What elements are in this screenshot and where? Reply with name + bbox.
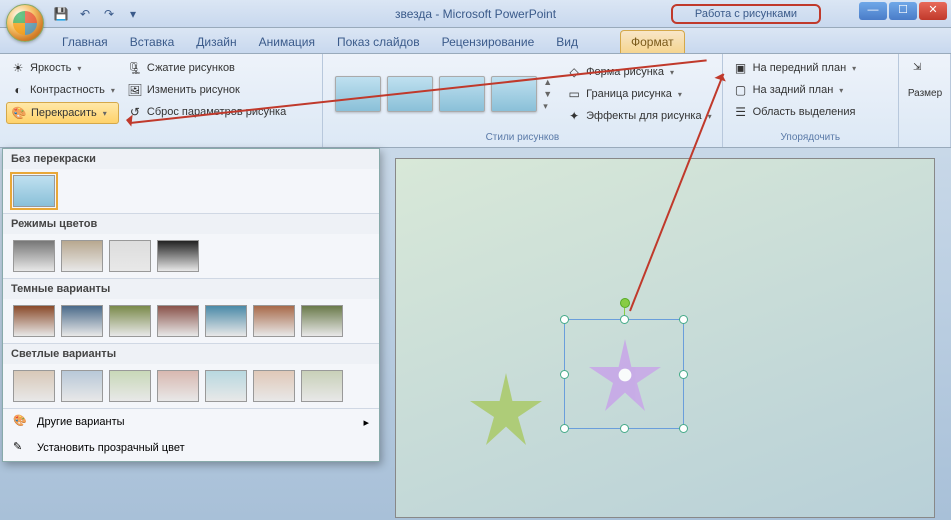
recolor-dark-header: Темные варианты	[3, 279, 379, 299]
resize-handle[interactable]	[679, 370, 688, 379]
send-back-button[interactable]: ▢На задний план	[729, 80, 861, 100]
compress-icon: 🗜	[127, 60, 143, 76]
group-label-arrange: Упорядочить	[729, 130, 892, 145]
resize-handle[interactable]	[560, 315, 569, 324]
picture-border-button[interactable]: ▭Граница рисунка	[562, 84, 715, 104]
recolor-swatch[interactable]	[109, 370, 151, 402]
recolor-swatch[interactable]	[301, 305, 343, 337]
recolor-none-header: Без перекраски	[3, 149, 379, 169]
recolor-swatch[interactable]	[109, 305, 151, 337]
window-title: звезда - Microsoft PowerPoint	[395, 7, 556, 21]
shape-icon: ◇	[566, 64, 582, 80]
qat-more-icon[interactable]: ▾	[124, 5, 142, 23]
close-button[interactable]: ✕	[919, 2, 947, 20]
resize-handle[interactable]	[620, 315, 629, 324]
recolor-swatch[interactable]	[253, 305, 295, 337]
resize-handle[interactable]	[620, 424, 629, 433]
contrast-icon: ◐	[10, 82, 26, 98]
resize-handle[interactable]	[560, 424, 569, 433]
slide[interactable]	[395, 158, 935, 518]
send-back-icon: ▢	[733, 82, 749, 98]
recolor-modes-header: Режимы цветов	[3, 214, 379, 234]
contrast-button[interactable]: ◐Контрастность	[6, 80, 119, 100]
recolor-dropdown: Без перекраски Режимы цветов Темные вари…	[2, 148, 380, 462]
minimize-button[interactable]: —	[859, 2, 887, 20]
gallery-more-icon[interactable]: ▾	[543, 101, 552, 112]
brightness-button[interactable]: ☀Яркость	[6, 58, 119, 78]
recolor-swatch[interactable]	[13, 240, 55, 272]
recolor-swatch[interactable]	[13, 305, 55, 337]
tab-slideshow[interactable]: Показ слайдов	[327, 31, 430, 53]
rotate-handle[interactable]	[620, 298, 630, 308]
set-transparent-button[interactable]: ✎ Установить прозрачный цвет	[3, 435, 379, 461]
recolor-swatch[interactable]	[205, 370, 247, 402]
recolor-swatch[interactable]	[205, 305, 247, 337]
recolor-swatch[interactable]	[157, 305, 199, 337]
change-picture-icon: 🖼	[127, 82, 143, 98]
tab-review[interactable]: Рецензирование	[432, 31, 545, 53]
office-button[interactable]	[6, 4, 44, 42]
star-shape-green[interactable]	[466, 369, 546, 449]
palette-icon: 🎨	[13, 414, 29, 430]
recolor-swatch[interactable]	[61, 240, 103, 272]
save-icon[interactable]: 💾	[52, 5, 70, 23]
recolor-light-header: Светлые варианты	[3, 344, 379, 364]
undo-icon[interactable]: ↶	[76, 5, 94, 23]
arrow-head-icon	[119, 113, 132, 126]
effects-icon: ✦	[566, 108, 582, 124]
brightness-icon: ☀	[10, 60, 26, 76]
resize-handle[interactable]	[679, 424, 688, 433]
bring-front-icon: ▣	[733, 60, 749, 76]
style-thumb[interactable]	[335, 76, 381, 112]
chevron-right-icon: ▸	[363, 416, 369, 429]
recolor-swatch[interactable]	[253, 370, 295, 402]
context-tab-title: Работа с рисунками	[671, 4, 821, 24]
selection-box[interactable]	[564, 319, 684, 429]
tab-insert[interactable]: Вставка	[120, 31, 185, 53]
recolor-swatch[interactable]	[61, 370, 103, 402]
recolor-swatch[interactable]	[157, 240, 199, 272]
recolor-swatch[interactable]	[301, 370, 343, 402]
tab-home[interactable]: Главная	[52, 31, 118, 53]
size-icon: ⇲	[913, 62, 937, 86]
picture-effects-button[interactable]: ✦Эффекты для рисунка	[562, 106, 715, 126]
size-button[interactable]: ⇲ Размер	[905, 58, 945, 103]
recolor-icon: 🎨	[11, 105, 27, 121]
eyedropper-icon: ✎	[13, 440, 29, 456]
group-label-styles: Стили рисунков	[329, 130, 715, 145]
recolor-swatch[interactable]	[109, 240, 151, 272]
tab-animation[interactable]: Анимация	[249, 31, 325, 53]
change-picture-button[interactable]: 🖼Изменить рисунок	[123, 80, 290, 100]
selection-pane-button[interactable]: ☰Область выделения	[729, 102, 861, 122]
tab-view[interactable]: Вид	[546, 31, 588, 53]
maximize-button[interactable]: ☐	[889, 2, 917, 20]
recolor-swatch[interactable]	[61, 305, 103, 337]
bring-front-button[interactable]: ▣На передний план	[729, 58, 861, 78]
gallery-down-icon[interactable]: ▼	[543, 89, 552, 99]
tab-format[interactable]: Формат	[620, 30, 685, 53]
tab-design[interactable]: Дизайн	[186, 31, 246, 53]
recolor-swatch[interactable]	[13, 370, 55, 402]
resize-handle[interactable]	[560, 370, 569, 379]
recolor-more-button[interactable]: 🎨 Другие варианты ▸	[3, 409, 379, 435]
star-shape-purple[interactable]	[585, 335, 665, 415]
style-thumb[interactable]	[439, 76, 485, 112]
resize-handle[interactable]	[679, 315, 688, 324]
recolor-swatch-none[interactable]	[13, 175, 55, 207]
redo-icon[interactable]: ↷	[100, 5, 118, 23]
selection-icon: ☰	[733, 104, 749, 120]
border-icon: ▭	[566, 86, 582, 102]
compress-button[interactable]: 🗜Сжатие рисунков	[123, 58, 290, 78]
recolor-button[interactable]: 🎨Перекрасить	[6, 102, 119, 124]
recolor-swatch[interactable]	[157, 370, 199, 402]
